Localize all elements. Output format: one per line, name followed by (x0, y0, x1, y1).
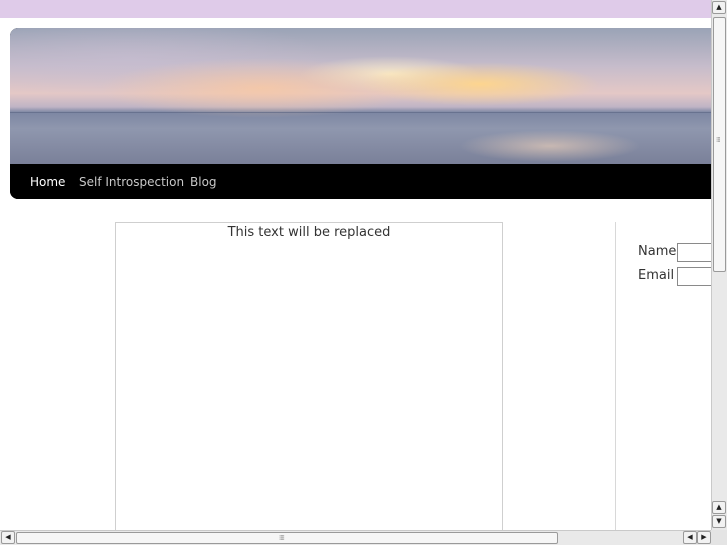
horizontal-scrollbar[interactable]: ◀ ⁞⁞⁞⁞ ◀ ▶ (0, 530, 711, 545)
scroll-up-button-bottom[interactable]: ▲ (712, 501, 726, 514)
horizontal-scroll-thumb[interactable]: ⁞⁞⁞⁞ (16, 532, 558, 544)
content-box: This text will be replaced (115, 222, 503, 541)
grip-icon: ⁞⁞⁞⁞ (279, 534, 285, 542)
arrow-left-icon: ◀ (5, 533, 11, 541)
nav-item-self-introspection[interactable]: Self Introspection (79, 175, 184, 189)
name-label: Name (638, 244, 677, 259)
main-nav: Home Self Introspection Blog (10, 164, 711, 199)
scroll-down-button[interactable]: ▼ (712, 515, 726, 528)
vertical-scrollbar[interactable]: ▲ ⁞⁞⁞ ▲ ▼ (711, 0, 727, 530)
scrollbar-corner (711, 530, 727, 545)
scroll-left-button-right[interactable]: ◀ (683, 531, 697, 544)
arrow-up-icon: ▲ (716, 3, 722, 11)
header-banner-image (10, 28, 711, 164)
nav-item-home[interactable]: Home (30, 175, 65, 189)
top-band (0, 0, 711, 18)
banner-horizon (10, 112, 711, 113)
arrow-left-icon: ◀ (687, 533, 693, 541)
name-input[interactable] (677, 243, 711, 262)
vertical-scroll-thumb[interactable]: ⁞⁞⁞ (713, 17, 726, 272)
arrow-up-icon: ▲ (716, 503, 722, 511)
grip-icon: ⁞⁞⁞ (716, 136, 721, 144)
scroll-right-button[interactable]: ▶ (697, 531, 711, 544)
sidebar-divider (615, 222, 616, 530)
arrow-right-icon: ▶ (701, 533, 707, 541)
arrow-down-icon: ▼ (716, 517, 722, 525)
scroll-left-button[interactable]: ◀ (1, 531, 15, 544)
nav-item-blog[interactable]: Blog (190, 175, 217, 189)
email-input[interactable] (677, 267, 711, 286)
content-placeholder-text: This text will be replaced (227, 225, 391, 240)
email-label: Email (638, 268, 675, 283)
site-header: Home Self Introspection Blog (10, 28, 711, 199)
scroll-up-button[interactable]: ▲ (712, 1, 726, 14)
